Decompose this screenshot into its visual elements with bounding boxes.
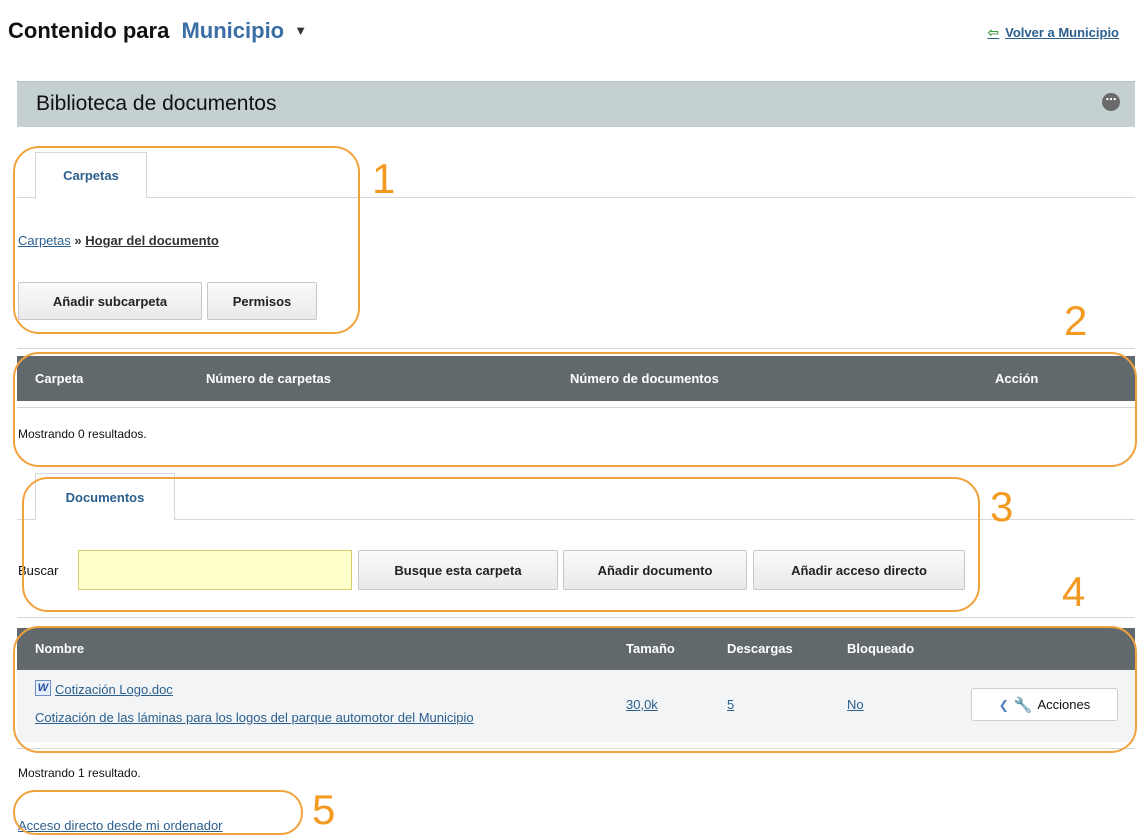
back-arrow-icon: ⇦ (987, 24, 1000, 40)
annotation-number-2: 2 (1064, 297, 1088, 344)
portlet-options-icon[interactable]: ⋯ (1102, 93, 1120, 111)
annotation-box-2 (13, 352, 1137, 467)
section-divider (17, 348, 1135, 349)
annotation-box-4 (13, 626, 1137, 753)
back-link-label[interactable]: Volver a Municipio (1005, 25, 1119, 40)
page-title-prefix: Contenido para (8, 18, 170, 43)
portlet-title: Biblioteca de documentos (36, 92, 277, 115)
annotation-number-4: 4 (1062, 568, 1086, 615)
back-link[interactable]: ⇦ Volver a Municipio (987, 24, 1119, 41)
annotation-number-1: 1 (372, 155, 396, 202)
annotation-number-5: 5 (312, 786, 336, 833)
annotation-box-5 (13, 790, 303, 835)
section-divider (17, 617, 1135, 618)
documents-results-text: Mostrando 1 resultado. (18, 766, 141, 780)
annotation-box-1 (13, 146, 360, 334)
site-dropdown-icon[interactable]: ▼ (294, 23, 307, 38)
annotation-number-3: 3 (990, 483, 1014, 530)
site-selector[interactable]: Municipio (181, 18, 284, 43)
annotation-box-3 (22, 477, 980, 612)
page-title: Contenido para Municipio ▼ (8, 18, 307, 44)
